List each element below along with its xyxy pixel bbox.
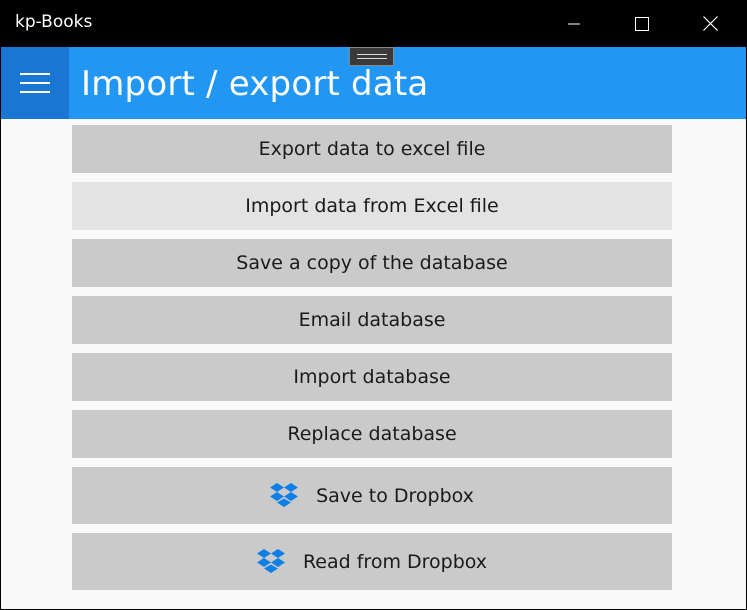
export-excel-button[interactable]: Export data to excel file xyxy=(72,125,672,173)
import-excel-button[interactable]: Import data from Excel file xyxy=(72,182,672,230)
grip-lines-icon xyxy=(356,54,387,59)
save-to-dropbox-button[interactable]: Save to Dropbox xyxy=(72,467,672,524)
page-title: Import / export data xyxy=(81,64,429,104)
import-database-button[interactable]: Import database xyxy=(72,353,672,401)
hamburger-icon xyxy=(20,73,50,93)
read-from-dropbox-button[interactable]: Read from Dropbox xyxy=(72,533,672,590)
actions-panel: Export data to excel file Import data fr… xyxy=(1,119,746,609)
button-label: Import data from Excel file xyxy=(245,195,499,217)
minimize-button[interactable] xyxy=(540,0,608,47)
drag-handle[interactable] xyxy=(349,47,394,66)
minimize-icon xyxy=(568,23,580,24)
app-window: kp-Books Import / export data Export dat… xyxy=(0,0,747,610)
maximize-icon xyxy=(635,16,649,31)
dropbox-icon xyxy=(256,548,285,573)
button-label: Import database xyxy=(293,366,451,388)
close-icon xyxy=(702,16,718,31)
replace-database-button[interactable]: Replace database xyxy=(72,410,672,458)
close-button[interactable] xyxy=(676,0,744,47)
title-bar[interactable]: kp-Books xyxy=(1,0,746,47)
button-label: Save to Dropbox xyxy=(316,484,474,507)
app-title: kp-Books xyxy=(15,12,93,32)
button-label: Export data to excel file xyxy=(258,138,486,160)
button-label: Email database xyxy=(298,309,446,331)
maximize-button[interactable] xyxy=(608,0,676,47)
save-copy-database-button[interactable]: Save a copy of the database xyxy=(72,239,672,287)
button-label: Replace database xyxy=(287,423,457,445)
menu-button[interactable] xyxy=(1,47,69,119)
dropbox-icon xyxy=(270,482,299,507)
button-label: Read from Dropbox xyxy=(302,550,488,573)
email-database-button[interactable]: Email database xyxy=(72,296,672,344)
button-label: Save a copy of the database xyxy=(236,252,508,274)
